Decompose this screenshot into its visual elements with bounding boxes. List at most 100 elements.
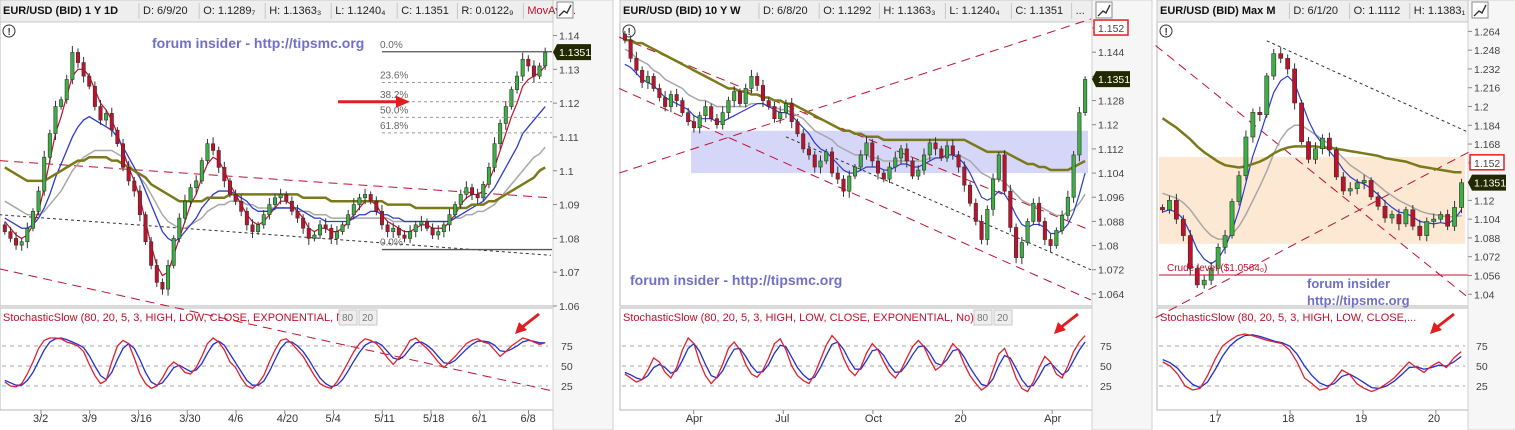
header-field: O: 1.1292: [823, 5, 871, 17]
candle-body: [893, 157, 898, 168]
y-tick-label: 1.13: [559, 64, 580, 76]
candle-body: [306, 227, 311, 239]
candle-body: [1459, 182, 1464, 208]
chart-canvas: EUR/USD (BID) 1 Y 1D D: 6/9/20 O: 1.1289₇ H…: [0, 0, 1515, 430]
candle-body: [904, 148, 909, 162]
candle-body: [898, 148, 904, 159]
candle-body: [87, 75, 92, 87]
candle-body: [691, 121, 696, 129]
y-tick-label: 1.09: [559, 200, 580, 212]
header-field: R: 0.0122₉: [461, 5, 513, 17]
candle-body: [503, 106, 508, 124]
y-tick-label: 1.128: [1098, 96, 1124, 108]
candle-body: [160, 282, 165, 290]
x-tick-label: 4/20: [277, 413, 298, 425]
candle-body: [1327, 137, 1332, 151]
candle-body: [1424, 221, 1430, 236]
candle-body: [188, 187, 193, 202]
candle-body: [1340, 176, 1346, 192]
candle-body: [1054, 230, 1059, 246]
candle-body: [979, 221, 984, 240]
candle-body: [870, 142, 875, 162]
candle-body: [1160, 207, 1165, 211]
indicator-tick-label: 25: [561, 381, 573, 393]
candle-body: [436, 231, 441, 236]
x-tick-label: 20: [1428, 413, 1440, 425]
candle-body: [1243, 136, 1249, 177]
candle-body: [441, 224, 446, 232]
candle-body: [239, 200, 244, 212]
header-field: H: 1.1363₃: [269, 5, 321, 17]
y-tick-label: 1.056: [1474, 270, 1500, 282]
indicator-tick-label: 75: [561, 341, 573, 353]
x-tick-label: 17: [1209, 413, 1221, 425]
x-tick-label: 6/1: [472, 413, 487, 425]
candle-body: [59, 99, 64, 107]
candle-body: [1375, 196, 1381, 207]
candle-body: [1445, 214, 1450, 227]
candle-body: [1382, 205, 1388, 219]
fib-level-label: 0.0%: [380, 238, 403, 249]
candle-body: [806, 148, 812, 156]
candle-body: [424, 221, 429, 229]
candle-body: [1002, 154, 1007, 192]
candle-body: [1431, 218, 1437, 222]
candle-body: [166, 265, 171, 290]
candle-body: [250, 224, 255, 232]
candle-body: [391, 227, 396, 232]
candle-body: [1264, 75, 1270, 116]
candle-body: [697, 115, 702, 129]
candle-body: [1368, 180, 1374, 198]
candle-body: [182, 200, 187, 219]
y-tick-label: 1.248: [1474, 45, 1500, 57]
candle-body: [1417, 225, 1423, 236]
indicator-title: StochasticSlow (80, 20, 5, 3, HIGH, LOW,…: [3, 312, 354, 324]
candle-body: [244, 211, 249, 226]
x-tick-label: 6/8: [521, 413, 536, 425]
candle-body: [1320, 137, 1325, 150]
candle-body: [985, 209, 990, 240]
header-field: L: 1.1240₄: [335, 5, 386, 17]
fib-level-label: 0.0%: [380, 40, 403, 51]
y-tick-label: 1.07: [559, 267, 580, 279]
candle-body: [628, 39, 633, 59]
candle-body: [233, 194, 238, 202]
indicator-tick-label: 25: [1100, 381, 1112, 393]
candle-body: [121, 143, 126, 168]
candle-body: [847, 175, 852, 192]
candle-body: [261, 214, 266, 226]
candle-body: [645, 76, 650, 83]
watermark-title: forum insider: [1307, 276, 1390, 291]
chart-title: EUR/USD (BID) Max M: [1160, 5, 1276, 17]
candle-body: [755, 76, 760, 86]
candle-body: [795, 121, 800, 135]
candle-body: [680, 100, 685, 113]
candle-body: [289, 200, 294, 212]
candle-body: [413, 224, 418, 232]
x-tick-label: Oct: [865, 413, 882, 425]
indicator-chip-label: 80: [342, 313, 354, 324]
header-field: C: 1.1351: [401, 5, 449, 17]
watermark-url: http://tipsmc.org: [1307, 293, 1410, 308]
x-tick-label: 20: [955, 413, 967, 425]
candle-body: [154, 265, 159, 283]
y-tick-label: 1.064: [1098, 289, 1124, 301]
candle-body: [945, 145, 950, 159]
candle-body: [1048, 239, 1053, 246]
candle-body: [674, 94, 679, 101]
x-tick-label: 3/2: [33, 413, 48, 425]
candle-body: [25, 227, 30, 243]
candle-body: [622, 33, 627, 41]
candle-body: [301, 217, 306, 229]
candle-body: [368, 194, 373, 202]
candle-body: [379, 211, 384, 226]
candle-body: [1278, 53, 1284, 59]
candle-body: [526, 58, 531, 67]
x-tick-label: Jul: [775, 413, 789, 425]
candle-body: [950, 145, 955, 156]
candle-body: [64, 79, 69, 101]
candle-body: [1236, 175, 1242, 202]
candle-body: [318, 224, 323, 236]
candle-body: [726, 100, 731, 113]
x-tick-label: 3/9: [82, 413, 97, 425]
